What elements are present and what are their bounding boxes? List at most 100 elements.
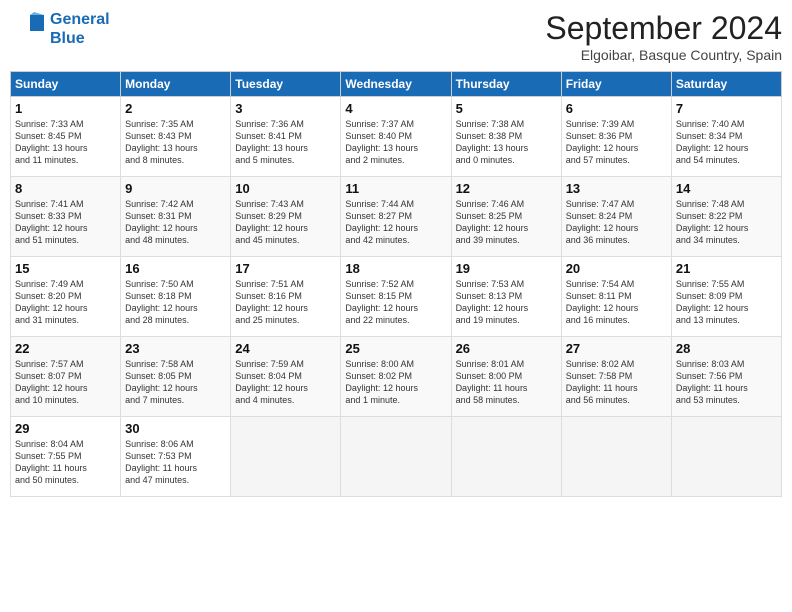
day-info: Sunrise: 7:35 AMSunset: 8:43 PMDaylight:… xyxy=(125,118,226,167)
day-info: Sunrise: 7:58 AMSunset: 8:05 PMDaylight:… xyxy=(125,358,226,407)
calendar-cell: 5 Sunrise: 7:38 AMSunset: 8:38 PMDaylight… xyxy=(451,97,561,177)
calendar-cell: 15 Sunrise: 7:49 AMSunset: 8:20 PMDayligh… xyxy=(11,257,121,337)
logo-text-2: Blue xyxy=(50,29,110,48)
calendar-cell: 1Sunrise: 7:33 AMSunset: 8:45 PMDaylight… xyxy=(11,97,121,177)
calendar-cell: 13 Sunrise: 7:47 AMSunset: 8:24 PMDayligh… xyxy=(561,177,671,257)
day-number: 9 xyxy=(125,181,226,196)
day-number: 16 xyxy=(125,261,226,276)
day-number: 10 xyxy=(235,181,336,196)
calendar-cell: 3 Sunrise: 7:36 AMSunset: 8:41 PMDaylight… xyxy=(231,97,341,177)
calendar-cell: 20 Sunrise: 7:54 AMSunset: 8:11 PMDayligh… xyxy=(561,257,671,337)
logo: GeneralBlue xyxy=(10,10,110,48)
day-number: 15 xyxy=(15,261,116,276)
day-number: 29 xyxy=(15,421,116,436)
day-number: 3 xyxy=(235,101,336,116)
day-number: 27 xyxy=(566,341,667,356)
calendar-cell xyxy=(561,417,671,497)
logo-icon xyxy=(10,11,46,47)
calendar-week-row: 1Sunrise: 7:33 AMSunset: 8:45 PMDaylight… xyxy=(11,97,782,177)
day-number: 22 xyxy=(15,341,116,356)
day-info: Sunrise: 7:40 AMSunset: 8:34 PMDaylight:… xyxy=(676,118,777,167)
calendar-cell: 14 Sunrise: 7:48 AMSunset: 8:22 PMDayligh… xyxy=(671,177,781,257)
calendar-table: SundayMondayTuesdayWednesdayThursdayFrid… xyxy=(10,71,782,497)
day-number: 2 xyxy=(125,101,226,116)
calendar-week-row: 8 Sunrise: 7:41 AMSunset: 8:33 PMDaylight… xyxy=(11,177,782,257)
page-header: GeneralBlue September 2024 Elgoibar, Bas… xyxy=(10,10,782,63)
title-area: September 2024 Elgoibar, Basque Country,… xyxy=(545,10,782,63)
calendar-cell: 30Sunrise: 8:06 AMSunset: 7:53 PMDayligh… xyxy=(121,417,231,497)
day-number: 20 xyxy=(566,261,667,276)
day-info: Sunrise: 7:38 AMSunset: 8:38 PMDaylight:… xyxy=(456,118,557,167)
location: Elgoibar, Basque Country, Spain xyxy=(545,47,782,63)
calendar-cell: 29 Sunrise: 8:04 AMSunset: 7:55 PMDayligh… xyxy=(11,417,121,497)
day-info: Sunrise: 7:48 AMSunset: 8:22 PMDaylight:… xyxy=(676,198,777,247)
weekday-header-saturday: Saturday xyxy=(671,72,781,97)
calendar-cell: 16 Sunrise: 7:50 AMSunset: 8:18 PMDayligh… xyxy=(121,257,231,337)
calendar-cell: 21 Sunrise: 7:55 AMSunset: 8:09 PMDayligh… xyxy=(671,257,781,337)
calendar-cell: 8 Sunrise: 7:41 AMSunset: 8:33 PMDaylight… xyxy=(11,177,121,257)
weekday-header-sunday: Sunday xyxy=(11,72,121,97)
calendar-cell: 25 Sunrise: 8:00 AMSunset: 8:02 PMDayligh… xyxy=(341,337,451,417)
day-info: Sunrise: 7:49 AMSunset: 8:20 PMDaylight:… xyxy=(15,278,116,327)
day-number: 28 xyxy=(676,341,777,356)
day-number: 13 xyxy=(566,181,667,196)
calendar-cell: 12Sunrise: 7:46 AMSunset: 8:25 PMDayligh… xyxy=(451,177,561,257)
day-info: Sunrise: 7:59 AMSunset: 8:04 PMDaylight:… xyxy=(235,358,336,407)
day-info: Sunrise: 8:02 AMSunset: 7:58 PMDaylight:… xyxy=(566,358,667,407)
day-info: Sunrise: 7:50 AMSunset: 8:18 PMDaylight:… xyxy=(125,278,226,327)
calendar-cell: 22Sunrise: 7:57 AMSunset: 8:07 PMDayligh… xyxy=(11,337,121,417)
calendar-cell: 19 Sunrise: 7:53 AMSunset: 8:13 PMDayligh… xyxy=(451,257,561,337)
calendar-week-row: 15 Sunrise: 7:49 AMSunset: 8:20 PMDayligh… xyxy=(11,257,782,337)
day-number: 6 xyxy=(566,101,667,116)
day-number: 14 xyxy=(676,181,777,196)
day-info: Sunrise: 7:52 AMSunset: 8:15 PMDaylight:… xyxy=(345,278,446,327)
day-info: Sunrise: 7:44 AMSunset: 8:27 PMDaylight:… xyxy=(345,198,446,247)
calendar-cell: 23 Sunrise: 7:58 AMSunset: 8:05 PMDayligh… xyxy=(121,337,231,417)
day-info: Sunrise: 7:47 AMSunset: 8:24 PMDaylight:… xyxy=(566,198,667,247)
day-info: Sunrise: 8:04 AMSunset: 7:55 PMDaylight:… xyxy=(15,438,116,487)
day-number: 18 xyxy=(345,261,446,276)
calendar-cell: 18 Sunrise: 7:52 AMSunset: 8:15 PMDayligh… xyxy=(341,257,451,337)
calendar-cell: 2 Sunrise: 7:35 AMSunset: 8:43 PMDaylight… xyxy=(121,97,231,177)
day-info: Sunrise: 8:00 AMSunset: 8:02 PMDaylight:… xyxy=(345,358,446,407)
day-number: 17 xyxy=(235,261,336,276)
day-info: Sunrise: 7:54 AMSunset: 8:11 PMDaylight:… xyxy=(566,278,667,327)
calendar-cell: 11Sunrise: 7:44 AMSunset: 8:27 PMDayligh… xyxy=(341,177,451,257)
day-number: 21 xyxy=(676,261,777,276)
day-number: 8 xyxy=(15,181,116,196)
day-info: Sunrise: 7:36 AMSunset: 8:41 PMDaylight:… xyxy=(235,118,336,167)
calendar-cell: 28 Sunrise: 8:03 AMSunset: 7:56 PMDayligh… xyxy=(671,337,781,417)
weekday-header-thursday: Thursday xyxy=(451,72,561,97)
day-number: 19 xyxy=(456,261,557,276)
day-info: Sunrise: 7:51 AMSunset: 8:16 PMDaylight:… xyxy=(235,278,336,327)
calendar-cell xyxy=(671,417,781,497)
logo-text-1: General xyxy=(50,10,110,29)
calendar-cell: 24 Sunrise: 7:59 AMSunset: 8:04 PMDayligh… xyxy=(231,337,341,417)
weekday-header-row: SundayMondayTuesdayWednesdayThursdayFrid… xyxy=(11,72,782,97)
day-number: 4 xyxy=(345,101,446,116)
day-info: Sunrise: 7:46 AMSunset: 8:25 PMDaylight:… xyxy=(456,198,557,247)
calendar-cell: 17 Sunrise: 7:51 AMSunset: 8:16 PMDayligh… xyxy=(231,257,341,337)
calendar-cell: 6 Sunrise: 7:39 AMSunset: 8:36 PMDaylight… xyxy=(561,97,671,177)
day-number: 23 xyxy=(125,341,226,356)
day-number: 7 xyxy=(676,101,777,116)
day-number: 26 xyxy=(456,341,557,356)
day-info: Sunrise: 7:53 AMSunset: 8:13 PMDaylight:… xyxy=(456,278,557,327)
day-info: Sunrise: 7:41 AMSunset: 8:33 PMDaylight:… xyxy=(15,198,116,247)
day-info: Sunrise: 7:39 AMSunset: 8:36 PMDaylight:… xyxy=(566,118,667,167)
calendar-cell: 27 Sunrise: 8:02 AMSunset: 7:58 PMDayligh… xyxy=(561,337,671,417)
day-info: Sunrise: 7:43 AMSunset: 8:29 PMDaylight:… xyxy=(235,198,336,247)
day-number: 25 xyxy=(345,341,446,356)
day-info: Sunrise: 7:42 AMSunset: 8:31 PMDaylight:… xyxy=(125,198,226,247)
weekday-header-tuesday: Tuesday xyxy=(231,72,341,97)
day-number: 5 xyxy=(456,101,557,116)
calendar-cell: 10 Sunrise: 7:43 AMSunset: 8:29 PMDayligh… xyxy=(231,177,341,257)
month-title: September 2024 xyxy=(545,10,782,47)
day-info: Sunrise: 8:01 AMSunset: 8:00 PMDaylight:… xyxy=(456,358,557,407)
day-number: 24 xyxy=(235,341,336,356)
day-info: Sunrise: 8:03 AMSunset: 7:56 PMDaylight:… xyxy=(676,358,777,407)
calendar-cell: 26 Sunrise: 8:01 AMSunset: 8:00 PMDayligh… xyxy=(451,337,561,417)
day-info: Sunrise: 7:55 AMSunset: 8:09 PMDaylight:… xyxy=(676,278,777,327)
day-info: Sunrise: 7:37 AMSunset: 8:40 PMDaylight:… xyxy=(345,118,446,167)
day-number: 1 xyxy=(15,101,116,116)
